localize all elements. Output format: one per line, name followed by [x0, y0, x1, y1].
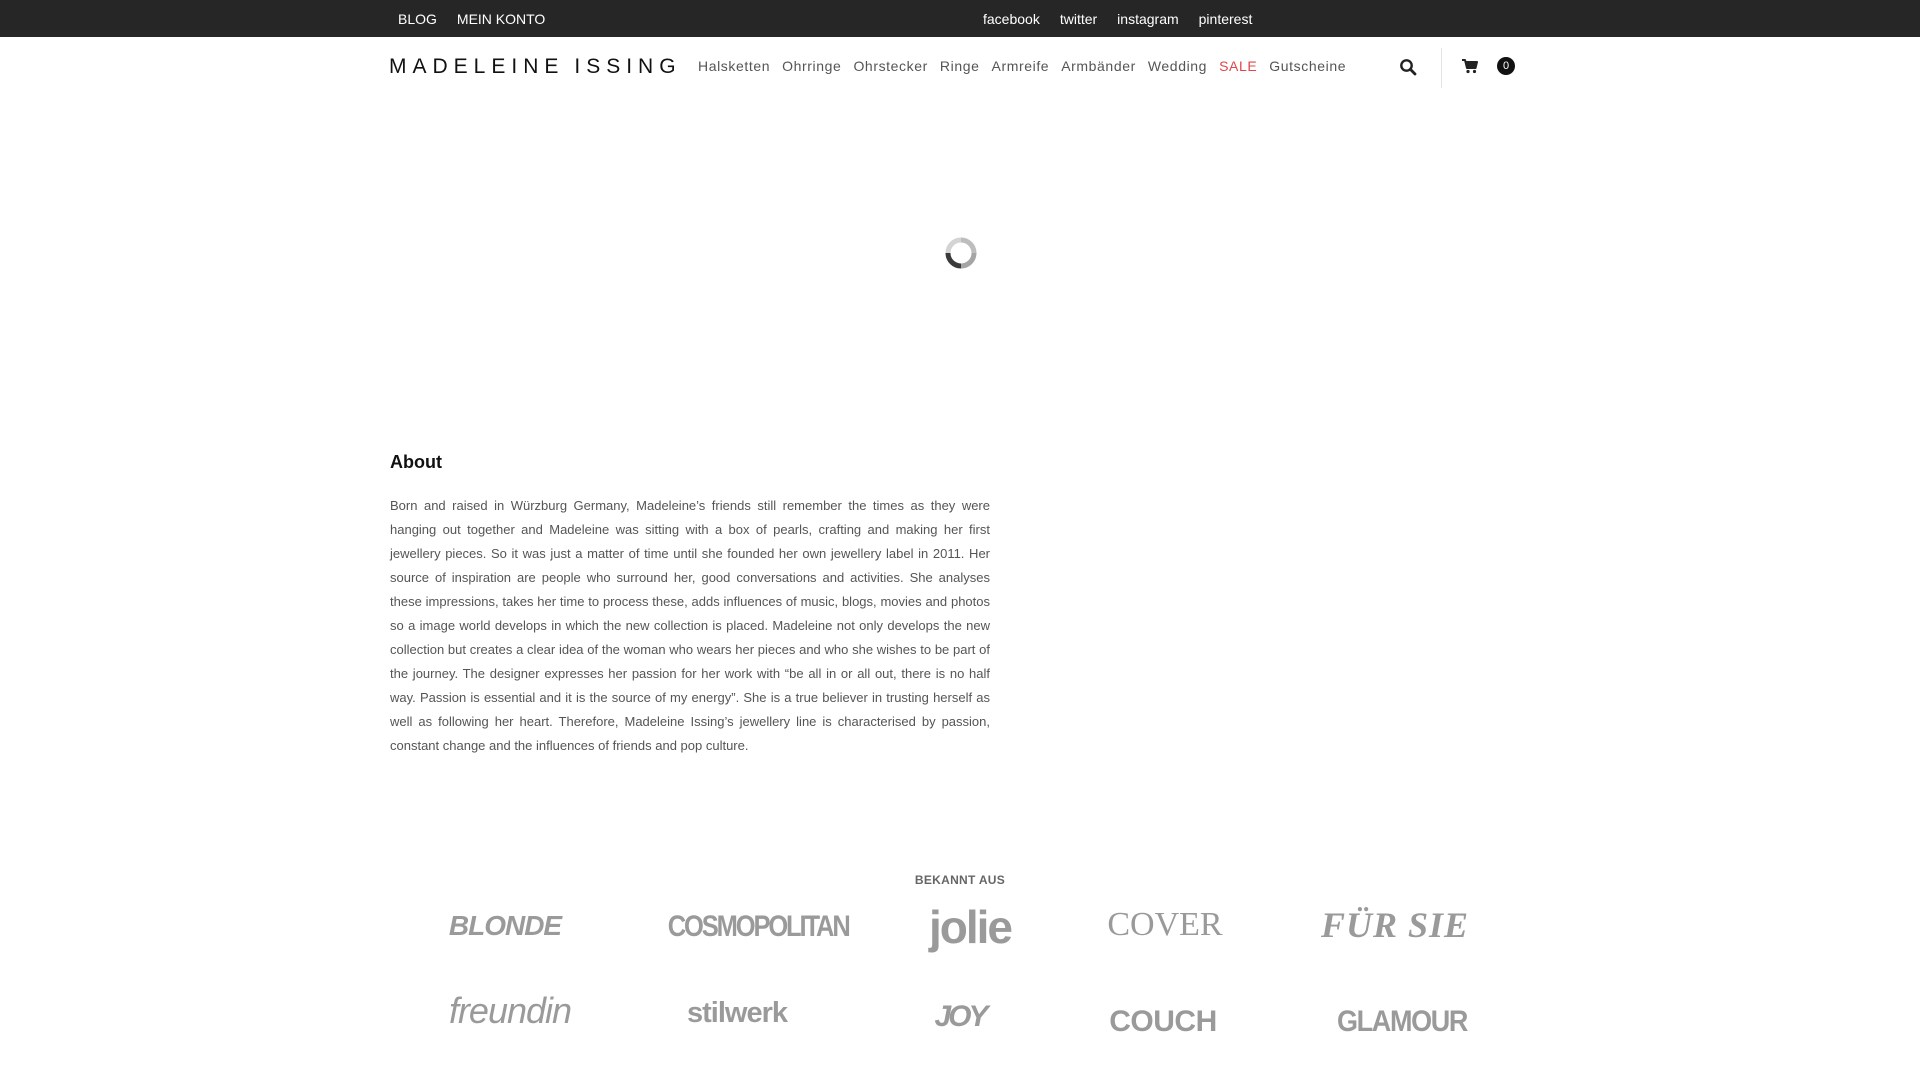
press-logo-cover: COVER: [1107, 906, 1223, 943]
press-logo-blonde: BLONDE: [448, 910, 562, 941]
logo-word-first: MADELEINE: [389, 55, 565, 78]
press-logo-stilwerk: stilwerk: [687, 997, 788, 1029]
press-heading: BEKANNT AUS: [914, 873, 1006, 887]
press-logo-couch: COUCH: [1109, 1005, 1217, 1038]
press-logo-freundin: freundin: [448, 990, 572, 1031]
blog-link[interactable]: BLOG: [398, 11, 437, 27]
loading-spinner-icon: [945, 237, 977, 269]
site-header: MADELEINE ISSING Halsketten Ohrringe Ohrs…: [0, 37, 1920, 99]
nav-item-ringe[interactable]: Ringe: [940, 58, 980, 74]
site-logo[interactable]: MADELEINE ISSING: [389, 55, 692, 79]
social-links: facebook twitter instagram pinterest: [983, 0, 1252, 37]
nav-item-wedding[interactable]: Wedding: [1148, 58, 1207, 74]
top-bar: BLOG MEIN KONTO facebook twitter instagr…: [0, 0, 1920, 37]
nav-item-sale[interactable]: SALE: [1219, 58, 1257, 74]
twitter-link[interactable]: twitter: [1060, 11, 1097, 27]
press-logo-cosmopolitan: COSMOPOLITAN: [667, 910, 851, 943]
facebook-link[interactable]: facebook: [983, 11, 1040, 27]
pinterest-link[interactable]: pinterest: [1199, 11, 1253, 27]
top-bar-left-links: BLOG MEIN KONTO: [398, 0, 545, 37]
cart-count-badge[interactable]: 0: [1497, 57, 1515, 75]
about-heading: About: [390, 452, 442, 472]
about-text: Born and raised in Würzburg Germany, Mad…: [390, 498, 990, 753]
nav-item-ohrstecker[interactable]: Ohrstecker: [853, 58, 927, 74]
nav-item-armreife[interactable]: Armreife: [992, 58, 1050, 74]
search-icon[interactable]: [1399, 58, 1417, 76]
nav-item-ohrringe[interactable]: Ohrringe: [782, 58, 841, 74]
press-logo-joy: JOY: [934, 1000, 988, 1033]
main-nav: Halsketten Ohrringe Ohrstecker Ringe Arm…: [698, 58, 1346, 74]
press-logo-glamour: GLAMOUR: [1337, 1005, 1468, 1038]
press-logo-jolie: jolie: [928, 901, 1013, 953]
logo-word-second: ISSING: [574, 55, 682, 78]
cart-icon[interactable]: [1461, 57, 1479, 75]
nav-item-gutscheine[interactable]: Gutscheine: [1269, 58, 1346, 74]
press-logo-fuer-sie: FÜR SIE: [1320, 905, 1470, 945]
instagram-link[interactable]: instagram: [1117, 11, 1178, 27]
my-account-link[interactable]: MEIN KONTO: [457, 11, 545, 27]
nav-item-armbaender[interactable]: Armbänder: [1061, 58, 1136, 74]
header-divider: [1441, 48, 1442, 88]
nav-item-halsketten[interactable]: Halsketten: [698, 58, 770, 74]
